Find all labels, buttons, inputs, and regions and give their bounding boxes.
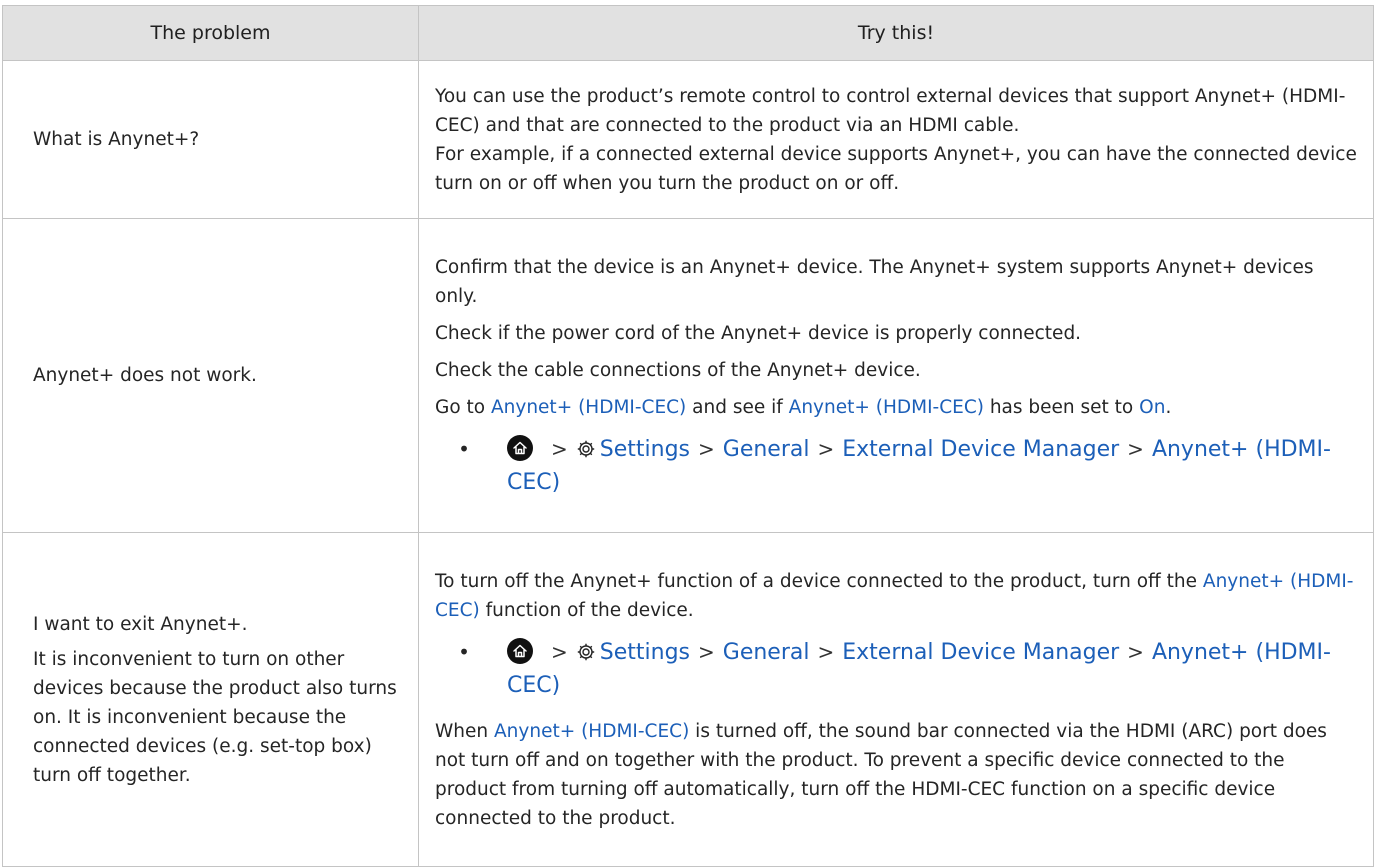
gear-icon <box>576 641 596 671</box>
anynet-setting-link[interactable]: Anynet+ (HDMI-CEC) <box>494 721 689 742</box>
menu-path-body: > Settings > General > External Device Manage… <box>507 434 1359 498</box>
chevron-right-icon: > <box>551 639 568 664</box>
chevron-right-icon: > <box>817 437 835 461</box>
table-row: Anynet+ does not work. Confirm that the … <box>2 218 1374 533</box>
text-span: function of the device. <box>479 599 694 621</box>
settings-link[interactable]: Settings <box>600 437 690 462</box>
solution-text: When Anynet+ (HDMI-CEC) is turned off, t… <box>435 717 1359 833</box>
solution-text: Check if the power cord of the Anynet+ d… <box>435 323 1082 344</box>
table-header-row: The problem Try this! <box>2 5 1374 61</box>
solution-text: For example, if a connected external dev… <box>435 143 1357 194</box>
solution-cell: You can use the product’s remote control… <box>418 60 1374 219</box>
general-link[interactable]: General <box>723 437 810 462</box>
chevron-right-icon: > <box>698 639 715 664</box>
settings-link[interactable]: Settings <box>600 640 690 665</box>
problem-text: It is inconvenient to turn on other devi… <box>33 648 397 786</box>
problem-cell: What is Anynet+? <box>2 60 419 219</box>
text-span: and see if <box>686 397 789 418</box>
menu-path-body: > Settings > General > External Device Manage… <box>507 637 1359 701</box>
problem-text: I want to exit Anynet+. <box>33 613 248 635</box>
home-icon <box>507 637 533 664</box>
header-problem: The problem <box>2 5 419 61</box>
text-span: has been set to <box>983 397 1140 418</box>
text-span: To turn off the Anynet+ function of a de… <box>435 570 1203 592</box>
problem-cell: Anynet+ does not work. <box>2 218 419 533</box>
chevron-right-icon: > <box>817 639 835 664</box>
header-try-this: Try this! <box>418 5 1374 61</box>
solution-text: You can use the product’s remote control… <box>435 85 1346 136</box>
chevron-right-icon: > <box>1127 639 1144 664</box>
menu-path: • > Settings > General > External Device Mana… <box>435 637 1359 701</box>
home-icon <box>507 435 533 461</box>
text-span: When <box>435 720 495 742</box>
solution-text: To turn off the Anynet+ function of a de… <box>435 567 1359 625</box>
chevron-right-icon: > <box>698 437 715 461</box>
home-icon-glyph <box>513 441 527 455</box>
bullet: • <box>458 639 470 664</box>
chevron-right-icon: > <box>551 437 568 461</box>
anynet-setting-link[interactable]: Anynet+ (HDMI-CEC) <box>789 397 984 418</box>
solution-cell: Confirm that the device is an Anynet+ de… <box>418 218 1374 533</box>
anynet-setting-link[interactable]: Anynet+ (HDMI-CEC) <box>491 397 686 418</box>
solution-text: Go to Anynet+ (HDMI-CEC) and see if Anyn… <box>435 393 1359 422</box>
chevron-right-icon: > <box>1127 437 1144 461</box>
general-link[interactable]: General <box>723 640 810 665</box>
menu-path: • > Settings > General > External Device Mana… <box>435 434 1359 498</box>
text-span: . <box>1165 397 1172 418</box>
text-span: Go to <box>435 397 491 418</box>
solution-text: Check the cable connections of the Anyne… <box>435 360 921 381</box>
problem-text: What is Anynet+? <box>33 129 200 150</box>
external-device-manager-link[interactable]: External Device Manager <box>842 640 1119 665</box>
table-row: What is Anynet+? You can use the product… <box>2 60 1374 219</box>
external-device-manager-link[interactable]: External Device Manager <box>842 437 1119 462</box>
problem-cell: I want to exit Anynet+. It is inconvenie… <box>2 532 419 867</box>
solution-text: Confirm that the device is an Anynet+ de… <box>435 257 1314 307</box>
solution-cell: To turn off the Anynet+ function of a de… <box>418 532 1374 867</box>
problem-text: Anynet+ does not work. <box>33 365 257 386</box>
home-icon-glyph <box>513 644 527 657</box>
table-row: I want to exit Anynet+. It is inconvenie… <box>2 532 1374 867</box>
troubleshooting-table: The problem Try this! What is Anynet+? Y… <box>2 5 1374 867</box>
on-value-link[interactable]: On <box>1139 397 1165 418</box>
bullet: • <box>458 437 470 461</box>
gear-icon <box>576 438 596 468</box>
